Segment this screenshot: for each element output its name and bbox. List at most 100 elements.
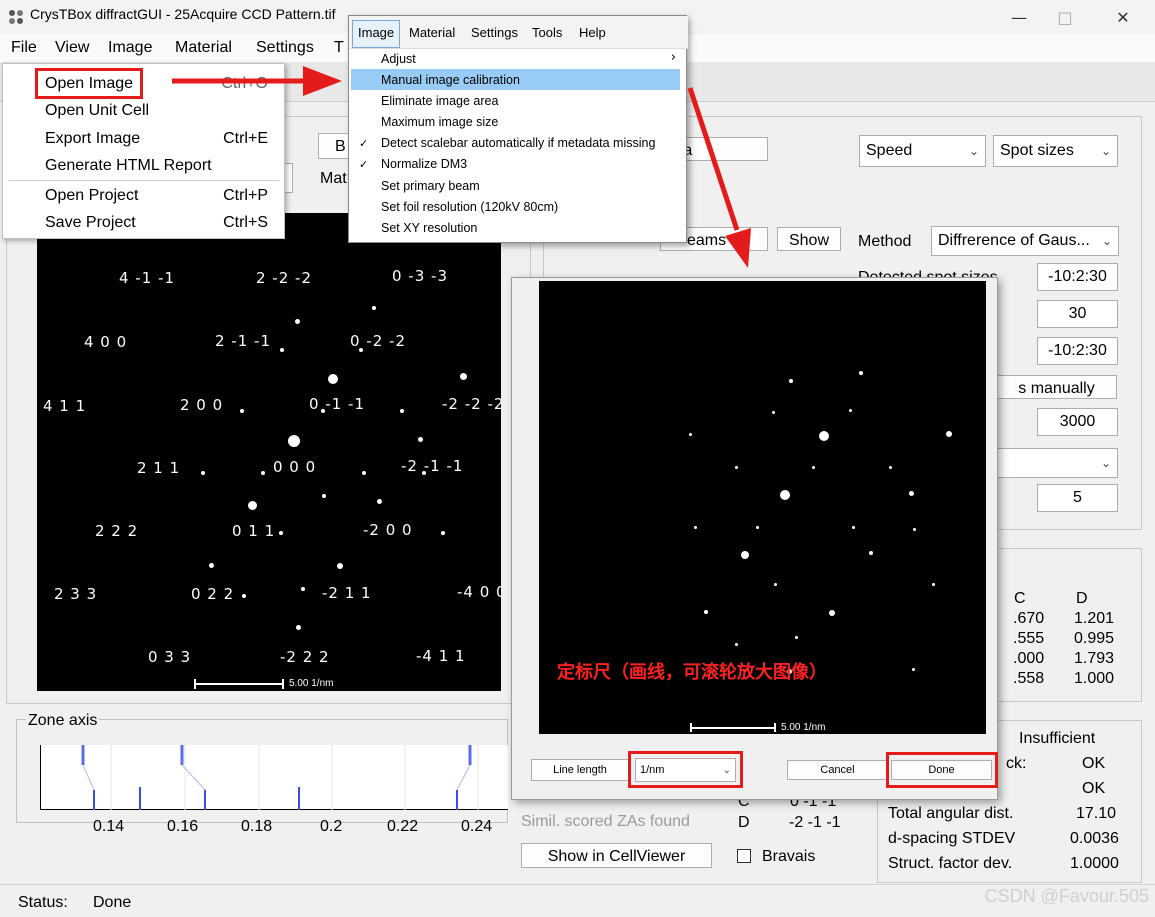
show-in-cellviewer-button[interactable]: Show in CellViewer bbox=[521, 843, 712, 868]
menu-image[interactable]: Image bbox=[108, 39, 152, 57]
spot bbox=[859, 371, 863, 375]
table-cell: 0.995 bbox=[1074, 630, 1115, 647]
minimize-icon[interactable]: — bbox=[996, 0, 1042, 34]
menu-item-set-xy-resolution[interactable]: Set XY resolution bbox=[381, 221, 477, 235]
param-field-4[interactable]: 3000 bbox=[1037, 408, 1118, 436]
menu-material[interactable]: Material bbox=[409, 25, 455, 40]
menu-item-open-unit-cell[interactable]: Open Unit Cell bbox=[45, 102, 149, 120]
set-manually-button[interactable]: s manually bbox=[996, 375, 1117, 399]
menu-item-set-foil-resolution[interactable]: Set foil resolution (120kV 80cm) bbox=[381, 200, 558, 214]
spot bbox=[301, 587, 305, 591]
menu-view[interactable]: View bbox=[55, 39, 89, 57]
show-beams-button[interactable]: Show bbox=[777, 227, 841, 251]
miller-index-label: 4 0 0 bbox=[84, 333, 128, 351]
maximize-icon[interactable]: □ bbox=[1042, 0, 1088, 34]
miller-index-label: 2 -2 -2 bbox=[256, 269, 312, 287]
miller-index-label: -2 0 0 bbox=[363, 521, 413, 539]
menu-file[interactable]: File bbox=[11, 39, 37, 57]
miller-index-label: 0 -2 -2 bbox=[350, 332, 406, 350]
diffraction-pattern-image[interactable]: 4 -1 -1 2 -2 -2 0 -3 -3 4 0 0 2 -1 -1 0 … bbox=[37, 213, 501, 691]
menu-settings[interactable]: Settings bbox=[256, 39, 314, 57]
spot bbox=[780, 490, 790, 500]
spot bbox=[852, 526, 855, 529]
spot bbox=[242, 594, 246, 598]
table-cell: 1.201 bbox=[1074, 610, 1115, 627]
menu-item-manual-calibration[interactable]: Manual image calibration bbox=[381, 73, 520, 87]
spot-sizes-combo[interactable]: Spot sizes ⌄ bbox=[993, 135, 1118, 167]
option-combo[interactable]: ⌄ bbox=[996, 448, 1118, 478]
spot bbox=[913, 528, 916, 531]
spot bbox=[819, 431, 829, 441]
spot bbox=[735, 643, 738, 646]
cancel-button[interactable]: Cancel bbox=[787, 760, 888, 780]
total-angular-value: 17.10 bbox=[1076, 805, 1117, 822]
menu-settings[interactable]: Settings bbox=[471, 25, 518, 40]
close-icon[interactable]: ✕ bbox=[1100, 0, 1146, 34]
spot bbox=[889, 466, 892, 469]
scale-bar bbox=[690, 727, 776, 729]
spot bbox=[209, 563, 214, 568]
shortcut-open-image: Ctrl+O bbox=[221, 75, 268, 92]
miller-index-label: 0 0 0 bbox=[273, 458, 317, 476]
spot bbox=[946, 431, 952, 437]
menu-help[interactable]: Help bbox=[579, 25, 606, 40]
check-icon: ✓ bbox=[359, 137, 369, 150]
param-field-5[interactable]: 5 bbox=[1037, 484, 1118, 512]
menu-item-max-image-size[interactable]: Maximum image size bbox=[381, 115, 498, 129]
menu-item-detect-scalebar[interactable]: Detect scalebar automatically if metadat… bbox=[381, 136, 655, 150]
window-title: CrysTBox diffractGUI - 25Acquire CCD Pat… bbox=[30, 6, 336, 22]
calibration-image[interactable]: 定标尺（画线，可滚轮放大图像） 5.00 1/nm bbox=[539, 281, 986, 734]
menu-item-set-primary-beam[interactable]: Set primary beam bbox=[381, 179, 480, 193]
manual-calibration-dialog: 定标尺（画线，可滚轮放大图像） 5.00 1/nm Line length 1/… bbox=[511, 277, 998, 800]
image-menu-popup: Image Material Settings Tools Help Adjus… bbox=[348, 15, 688, 243]
miller-index-label: -2 1 1 bbox=[322, 584, 372, 602]
scale-bar-tick bbox=[194, 679, 196, 689]
param-field-3[interactable]: -10:2:30 bbox=[1037, 337, 1118, 365]
menu-item-eliminate-area[interactable]: Eliminate image area bbox=[381, 94, 498, 108]
watermark-text: CSDN @Favour.505 bbox=[984, 886, 1149, 906]
zone-axis-tick: 0.18 bbox=[241, 818, 273, 835]
insufficient-text: Insufficient bbox=[1019, 730, 1096, 747]
spot bbox=[689, 433, 692, 436]
chevron-down-icon: ⌄ bbox=[968, 144, 979, 158]
spot bbox=[772, 411, 775, 414]
menu-material[interactable]: Material bbox=[175, 39, 232, 57]
menu-item-adjust[interactable]: Adjust bbox=[381, 52, 416, 66]
bravais-checkbox[interactable] bbox=[737, 849, 751, 863]
chevron-down-icon: ⌄ bbox=[1100, 456, 1111, 470]
zone-axis-tick: 0.16 bbox=[167, 818, 199, 835]
zone-axis-plot[interactable] bbox=[40, 745, 508, 810]
menu-tools-partial[interactable]: T bbox=[334, 39, 344, 57]
menu-item-save-project[interactable]: Save Project bbox=[45, 214, 136, 232]
col-c-header: C bbox=[1014, 590, 1026, 607]
miller-index-label: 2 3 3 bbox=[54, 585, 98, 603]
menu-tools[interactable]: Tools bbox=[532, 25, 562, 40]
miller-index-label: -2 2 2 bbox=[280, 648, 330, 666]
check-label: ck: bbox=[1006, 755, 1027, 772]
menu-item-export-image[interactable]: Export Image bbox=[45, 130, 140, 148]
spot-sizes-field[interactable]: -10:2:30 bbox=[1037, 263, 1118, 291]
scale-bar-tick bbox=[690, 723, 692, 732]
method-combo[interactable]: Diffrerence of Gaus... ⌄ bbox=[931, 226, 1119, 256]
param-field-2[interactable]: 30 bbox=[1037, 300, 1118, 328]
menu-item-open-project[interactable]: Open Project bbox=[45, 187, 138, 205]
struct-factor-value: 1.0000 bbox=[1070, 855, 1119, 872]
miller-index-label: 4 -1 -1 bbox=[119, 269, 175, 287]
spot bbox=[418, 437, 423, 442]
line-length-button[interactable]: Line length bbox=[531, 759, 629, 781]
miller-index-label: 0 -1 -1 bbox=[309, 395, 365, 413]
zone-axis-tick: 0.22 bbox=[387, 818, 419, 835]
spot bbox=[280, 348, 284, 352]
menu-item-normalize-dm3[interactable]: Normalize DM3 bbox=[381, 157, 467, 171]
highlight-box bbox=[35, 68, 143, 99]
speed-combo[interactable]: Speed ⌄ bbox=[859, 135, 986, 167]
zone-axis-tick: 0.24 bbox=[461, 818, 493, 835]
menu-divider bbox=[9, 180, 279, 181]
menu-item-generate-html-report[interactable]: Generate HTML Report bbox=[45, 157, 212, 175]
miller-index-label: -4 1 1 bbox=[416, 647, 466, 665]
miller-index-label: 0 3 3 bbox=[148, 648, 192, 666]
miller-index-label: 2 -1 -1 bbox=[215, 332, 271, 350]
table-cell: .670 bbox=[1013, 610, 1045, 627]
zone-axis-title: Zone axis bbox=[26, 712, 100, 730]
menu-image[interactable]: Image bbox=[358, 25, 394, 40]
